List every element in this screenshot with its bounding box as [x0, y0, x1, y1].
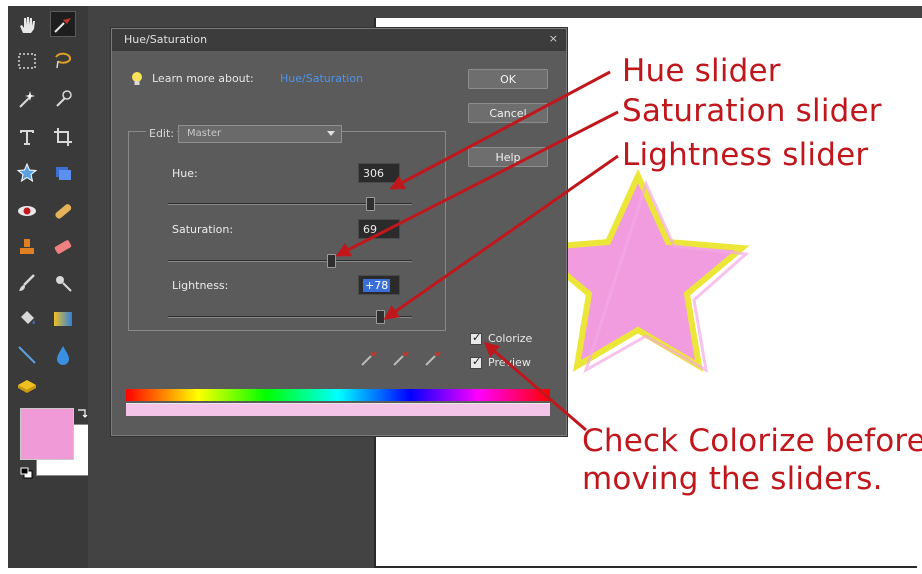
- colorize-checkbox[interactable]: ✓: [470, 331, 482, 345]
- close-button[interactable]: ×: [549, 32, 558, 45]
- dialog-title: Hue/Saturation: [124, 33, 208, 46]
- edit-channel-select[interactable]: Master: [178, 125, 342, 143]
- default-colors-icon[interactable]: [20, 464, 34, 479]
- red-eye-tool-icon[interactable]: [14, 198, 40, 224]
- cancel-button[interactable]: Cancel: [468, 103, 548, 123]
- line-tool-icon[interactable]: [14, 342, 40, 368]
- healing-brush-tool-icon[interactable]: [50, 198, 76, 224]
- dialog-titlebar: Hue/Saturation ×: [112, 29, 566, 51]
- hue-saturation-dialog: Hue/Saturation × Learn more about: Hue/S…: [111, 28, 567, 436]
- add-to-sample-eyedropper-icon[interactable]: [390, 347, 412, 369]
- preview-label: Preview: [488, 356, 531, 369]
- toolbox: [8, 6, 90, 568]
- hue-value: 306: [363, 167, 384, 180]
- crop-tool-icon[interactable]: [50, 124, 76, 150]
- marquee-tool-icon[interactable]: [14, 48, 40, 74]
- hue-label: Hue:: [172, 167, 198, 180]
- swap-colors-icon[interactable]: [76, 404, 88, 418]
- lasso-tool-icon[interactable]: [50, 48, 76, 74]
- output-color-spectrum: [126, 403, 550, 416]
- ok-button[interactable]: OK: [468, 69, 548, 89]
- saturation-slider-callout: Saturation slider: [622, 93, 882, 129]
- hand-tool-icon[interactable]: [14, 12, 40, 38]
- straighten-tool-icon[interactable]: [50, 160, 76, 186]
- hue-slider-thumb[interactable]: [366, 197, 375, 211]
- cookie-cutter-tool-icon[interactable]: [14, 160, 40, 186]
- magic-wand-tool-icon[interactable]: [14, 86, 40, 112]
- lightness-slider-callout: Lightness slider: [622, 137, 869, 173]
- lightbulb-icon: [130, 71, 144, 87]
- check-icon: ✓: [472, 355, 482, 368]
- saturation-value-field[interactable]: 69: [358, 219, 400, 239]
- saturation-slider-thumb[interactable]: [327, 254, 336, 268]
- lightness-value-field[interactable]: +78: [358, 275, 400, 295]
- chevron-down-icon: [327, 131, 335, 136]
- type-tool-icon[interactable]: [14, 124, 40, 150]
- clone-stamp-tool-icon[interactable]: [14, 234, 40, 260]
- blur-tool-icon[interactable]: [50, 342, 76, 368]
- smart-brush-tool-icon[interactable]: [50, 270, 76, 296]
- lightness-value: +78: [363, 279, 391, 292]
- preview-checkbox[interactable]: ✓: [470, 355, 482, 369]
- eyedropper-icon[interactable]: [358, 347, 380, 369]
- learn-more-label: Learn more about:: [152, 72, 254, 85]
- learn-more-link[interactable]: Hue/Saturation: [280, 72, 363, 85]
- saturation-value: 69: [363, 223, 377, 236]
- sponge-tool-icon[interactable]: [14, 372, 40, 398]
- lightness-label: Lightness:: [172, 279, 229, 292]
- hue-slider-track[interactable]: [168, 203, 412, 205]
- eyedropper-tool-icon[interactable]: [50, 11, 76, 37]
- foreground-color-swatch[interactable]: [20, 408, 74, 460]
- subtract-from-sample-eyedropper-icon[interactable]: [422, 347, 444, 369]
- colorize-note-line-1: Check Colorize before: [582, 423, 922, 459]
- workspace-top-strip: [374, 6, 922, 18]
- gradient-tool-icon[interactable]: [50, 306, 76, 332]
- edit-label: Edit:: [146, 127, 178, 140]
- saturation-label: Saturation:: [172, 223, 234, 236]
- screenshot-stage: Hue/Saturation × Learn more about: Hue/S…: [0, 0, 922, 574]
- hue-value-field[interactable]: 306: [358, 163, 400, 183]
- colorize-label: Colorize: [488, 332, 533, 345]
- saturation-slider-track[interactable]: [168, 260, 412, 262]
- input-color-spectrum: [126, 389, 550, 401]
- check-icon: ✓: [472, 331, 482, 344]
- hue-slider-callout: Hue slider: [622, 53, 781, 89]
- eraser-tool-icon[interactable]: [50, 234, 76, 260]
- help-button[interactable]: Help: [468, 147, 548, 167]
- lightness-slider-thumb[interactable]: [376, 310, 385, 324]
- quick-selection-tool-icon[interactable]: [50, 86, 76, 112]
- paint-bucket-tool-icon[interactable]: [14, 306, 40, 332]
- colorize-note-line-2: moving the sliders.: [582, 461, 883, 497]
- brush-tool-icon[interactable]: [14, 270, 40, 296]
- edit-channel-value: Master: [187, 128, 222, 139]
